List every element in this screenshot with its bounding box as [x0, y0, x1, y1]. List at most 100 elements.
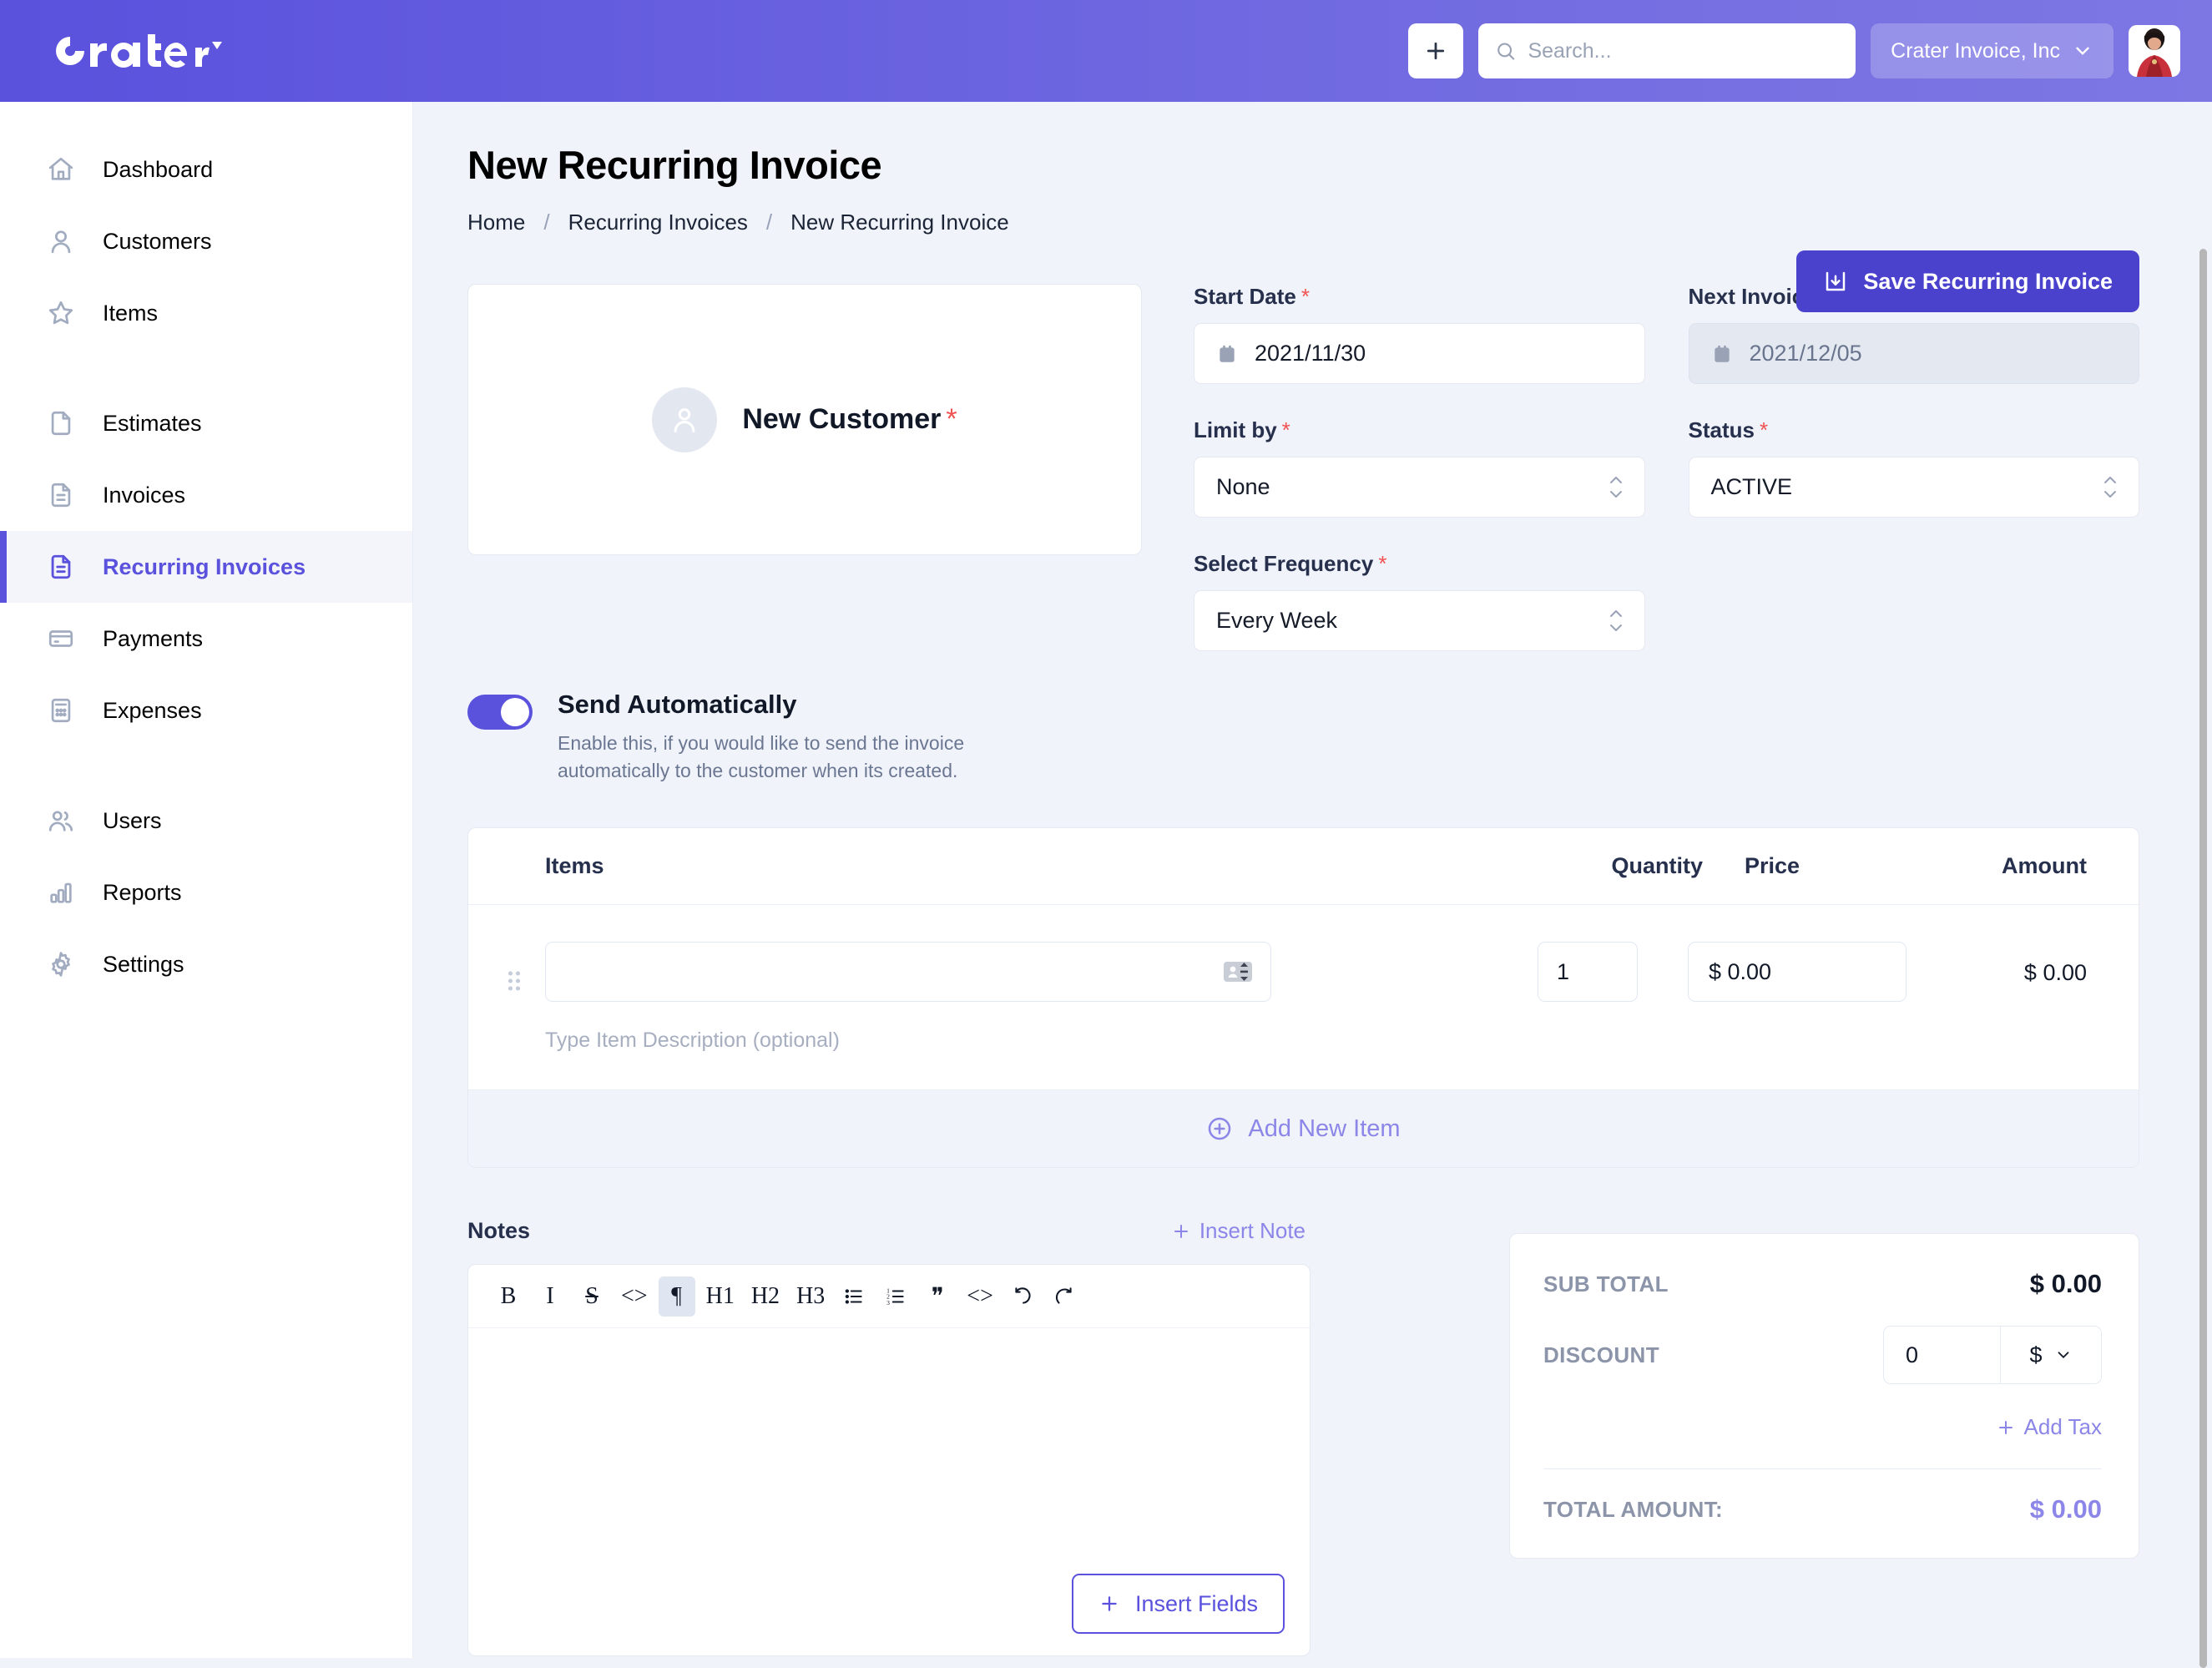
toolbar-blockquote-button[interactable]: ❞ — [919, 1276, 956, 1317]
select-customer-card[interactable]: New Customer* — [467, 284, 1142, 555]
invoice-meta-row: New Customer* Start Date* 2021/11/30 Nex… — [467, 284, 2139, 651]
totals-divider — [1543, 1468, 2102, 1469]
column-header-items: Items — [545, 853, 1536, 879]
toolbar-redo-button[interactable] — [1046, 1276, 1083, 1317]
toolbar-heading-1-button[interactable]: H1 — [700, 1276, 740, 1317]
toolbar-italic-button[interactable]: I — [532, 1276, 568, 1317]
sidebar-item-users[interactable]: Users — [0, 785, 412, 857]
chevron-down-icon — [2072, 40, 2093, 62]
save-recurring-invoice-button[interactable]: Save Recurring Invoice — [1796, 250, 2139, 312]
calendar-icon — [1216, 343, 1238, 365]
avatar-icon — [2129, 25, 2180, 77]
sidebar-item-settings[interactable]: Settings — [0, 928, 412, 1000]
company-switcher-button[interactable]: Crater Invoice, Inc — [1871, 23, 2114, 78]
drag-handle[interactable] — [498, 942, 530, 993]
limit-by-select[interactable]: None — [1194, 457, 1645, 518]
sidebar-item-estimates[interactable]: Estimates — [0, 387, 412, 459]
toolbar-bold-button[interactable]: B — [490, 1276, 527, 1317]
toolbar-bullet-list-button[interactable] — [836, 1276, 872, 1317]
top-navigation-bar: Crater Invoice, Inc — [0, 0, 2212, 102]
users-icon — [46, 806, 76, 836]
sidebar-item-reports[interactable]: Reports — [0, 857, 412, 928]
notes-label: Notes — [467, 1218, 530, 1244]
home-icon — [46, 154, 76, 184]
toolbar-heading-3-button[interactable]: H3 — [790, 1276, 831, 1317]
editor-toolbar: B I S <> ¶ H1 H2 H3 123 — [468, 1265, 1310, 1328]
notes-header: Notes Insert Note — [467, 1218, 1311, 1244]
sidebar-item-customers[interactable]: Customers — [0, 205, 412, 277]
required-asterisk: * — [1378, 551, 1386, 576]
breadcrumb-separator: / — [543, 210, 549, 235]
breadcrumb-home[interactable]: Home — [467, 210, 525, 235]
sidebar-item-recurring-invoices[interactable]: Recurring Invoices — [0, 531, 412, 603]
page-title: New Recurring Invoice — [467, 142, 2139, 188]
toolbar-ordered-list-button[interactable]: 123 — [877, 1276, 914, 1317]
breadcrumb-current: New Recurring Invoice — [790, 210, 1009, 235]
sidebar-item-expenses[interactable]: Expenses — [0, 675, 412, 746]
plus-icon — [1423, 38, 1448, 63]
new-customer-text: New Customer — [742, 403, 941, 435]
price-input[interactable]: $ 0.00 — [1688, 942, 1906, 1002]
document-lines-icon — [46, 552, 76, 582]
discount-input[interactable]: 0 — [1884, 1327, 2001, 1383]
add-tax-button[interactable]: Add Tax — [1543, 1414, 2102, 1440]
search-input[interactable] — [1528, 39, 1839, 63]
column-header-quantity: Quantity — [1536, 853, 1703, 879]
breadcrumb-recurring-invoices[interactable]: Recurring Invoices — [568, 210, 748, 235]
add-new-button[interactable] — [1408, 23, 1463, 78]
item-picker-icon — [1224, 959, 1252, 984]
customer-avatar-placeholder — [652, 387, 717, 452]
quantity-input[interactable]: 1 — [1538, 942, 1638, 1002]
insert-note-button[interactable]: Insert Note — [1171, 1218, 1305, 1244]
select-frequency-select[interactable]: Every Week — [1194, 590, 1645, 651]
search-box[interactable] — [1478, 23, 1856, 78]
limit-by-value: None — [1216, 474, 1270, 500]
insert-fields-button[interactable]: Insert Fields — [1072, 1574, 1285, 1634]
send-automatically-toggle[interactable] — [467, 695, 533, 730]
item-select-input[interactable] — [545, 942, 1271, 1002]
items-table: Items Quantity Price Amount — [467, 827, 2139, 1168]
column-header-amount: Amount — [1870, 853, 2087, 879]
sidebar-item-label: Users — [103, 808, 162, 834]
toolbar-undo-button[interactable] — [1004, 1276, 1041, 1317]
notes-editor: B I S <> ¶ H1 H2 H3 123 — [467, 1264, 1311, 1656]
user-icon — [46, 226, 76, 256]
sidebar-item-payments[interactable]: Payments — [0, 603, 412, 675]
toolbar-inline-code-button[interactable]: <> — [615, 1276, 654, 1317]
toolbar-paragraph-button[interactable]: ¶ — [659, 1276, 695, 1317]
calendar-icon — [1711, 343, 1733, 365]
company-name-label: Crater Invoice, Inc — [1891, 39, 2060, 63]
sidebar-item-label: Expenses — [103, 698, 202, 724]
status-value: ACTIVE — [1711, 474, 1793, 500]
document-lines-icon — [46, 480, 76, 510]
topbar-actions: Crater Invoice, Inc — [1408, 0, 2180, 102]
add-new-item-button[interactable]: Add New Item — [468, 1090, 2139, 1167]
start-date-label: Start Date* — [1194, 284, 1645, 310]
totals-panel: SUB TOTAL $ 0.00 DISCOUNT 0 $ Add Tax — [1509, 1233, 2139, 1559]
status-field: Status* ACTIVE — [1689, 417, 2140, 518]
sidebar-item-invoices[interactable]: Invoices — [0, 459, 412, 531]
user-avatar-button[interactable] — [2129, 25, 2180, 77]
required-asterisk: * — [946, 403, 957, 435]
toolbar-code-block-button[interactable]: <> — [961, 1276, 999, 1317]
insert-note-label: Insert Note — [1199, 1218, 1305, 1244]
crater-logo[interactable] — [52, 26, 227, 76]
sidebar-item-dashboard[interactable]: Dashboard — [0, 134, 412, 205]
status-label-text: Status — [1689, 417, 1755, 442]
notes-text-area[interactable] — [468, 1328, 1310, 1595]
undo-icon — [1012, 1286, 1033, 1307]
breadcrumb-separator: / — [766, 210, 772, 235]
status-select[interactable]: ACTIVE — [1689, 457, 2140, 518]
page-scrollbar-track[interactable] — [2194, 102, 2212, 1658]
save-download-icon — [1823, 269, 1848, 294]
discount-unit-select[interactable]: $ — [2001, 1327, 2101, 1383]
sidebar-item-items[interactable]: Items — [0, 277, 412, 349]
item-description-input[interactable]: Type Item Description (optional) — [545, 1029, 1502, 1053]
toolbar-heading-2-button[interactable]: H2 — [745, 1276, 785, 1317]
bullet-list-icon — [843, 1286, 865, 1307]
fields-grid-empty-cell — [1689, 551, 2140, 651]
page-scrollbar-thumb[interactable] — [2199, 249, 2207, 1668]
start-date-input[interactable]: 2021/11/30 — [1194, 323, 1645, 384]
sidebar-divider-gap — [0, 349, 412, 387]
toolbar-strikethrough-button[interactable]: S — [573, 1276, 610, 1317]
